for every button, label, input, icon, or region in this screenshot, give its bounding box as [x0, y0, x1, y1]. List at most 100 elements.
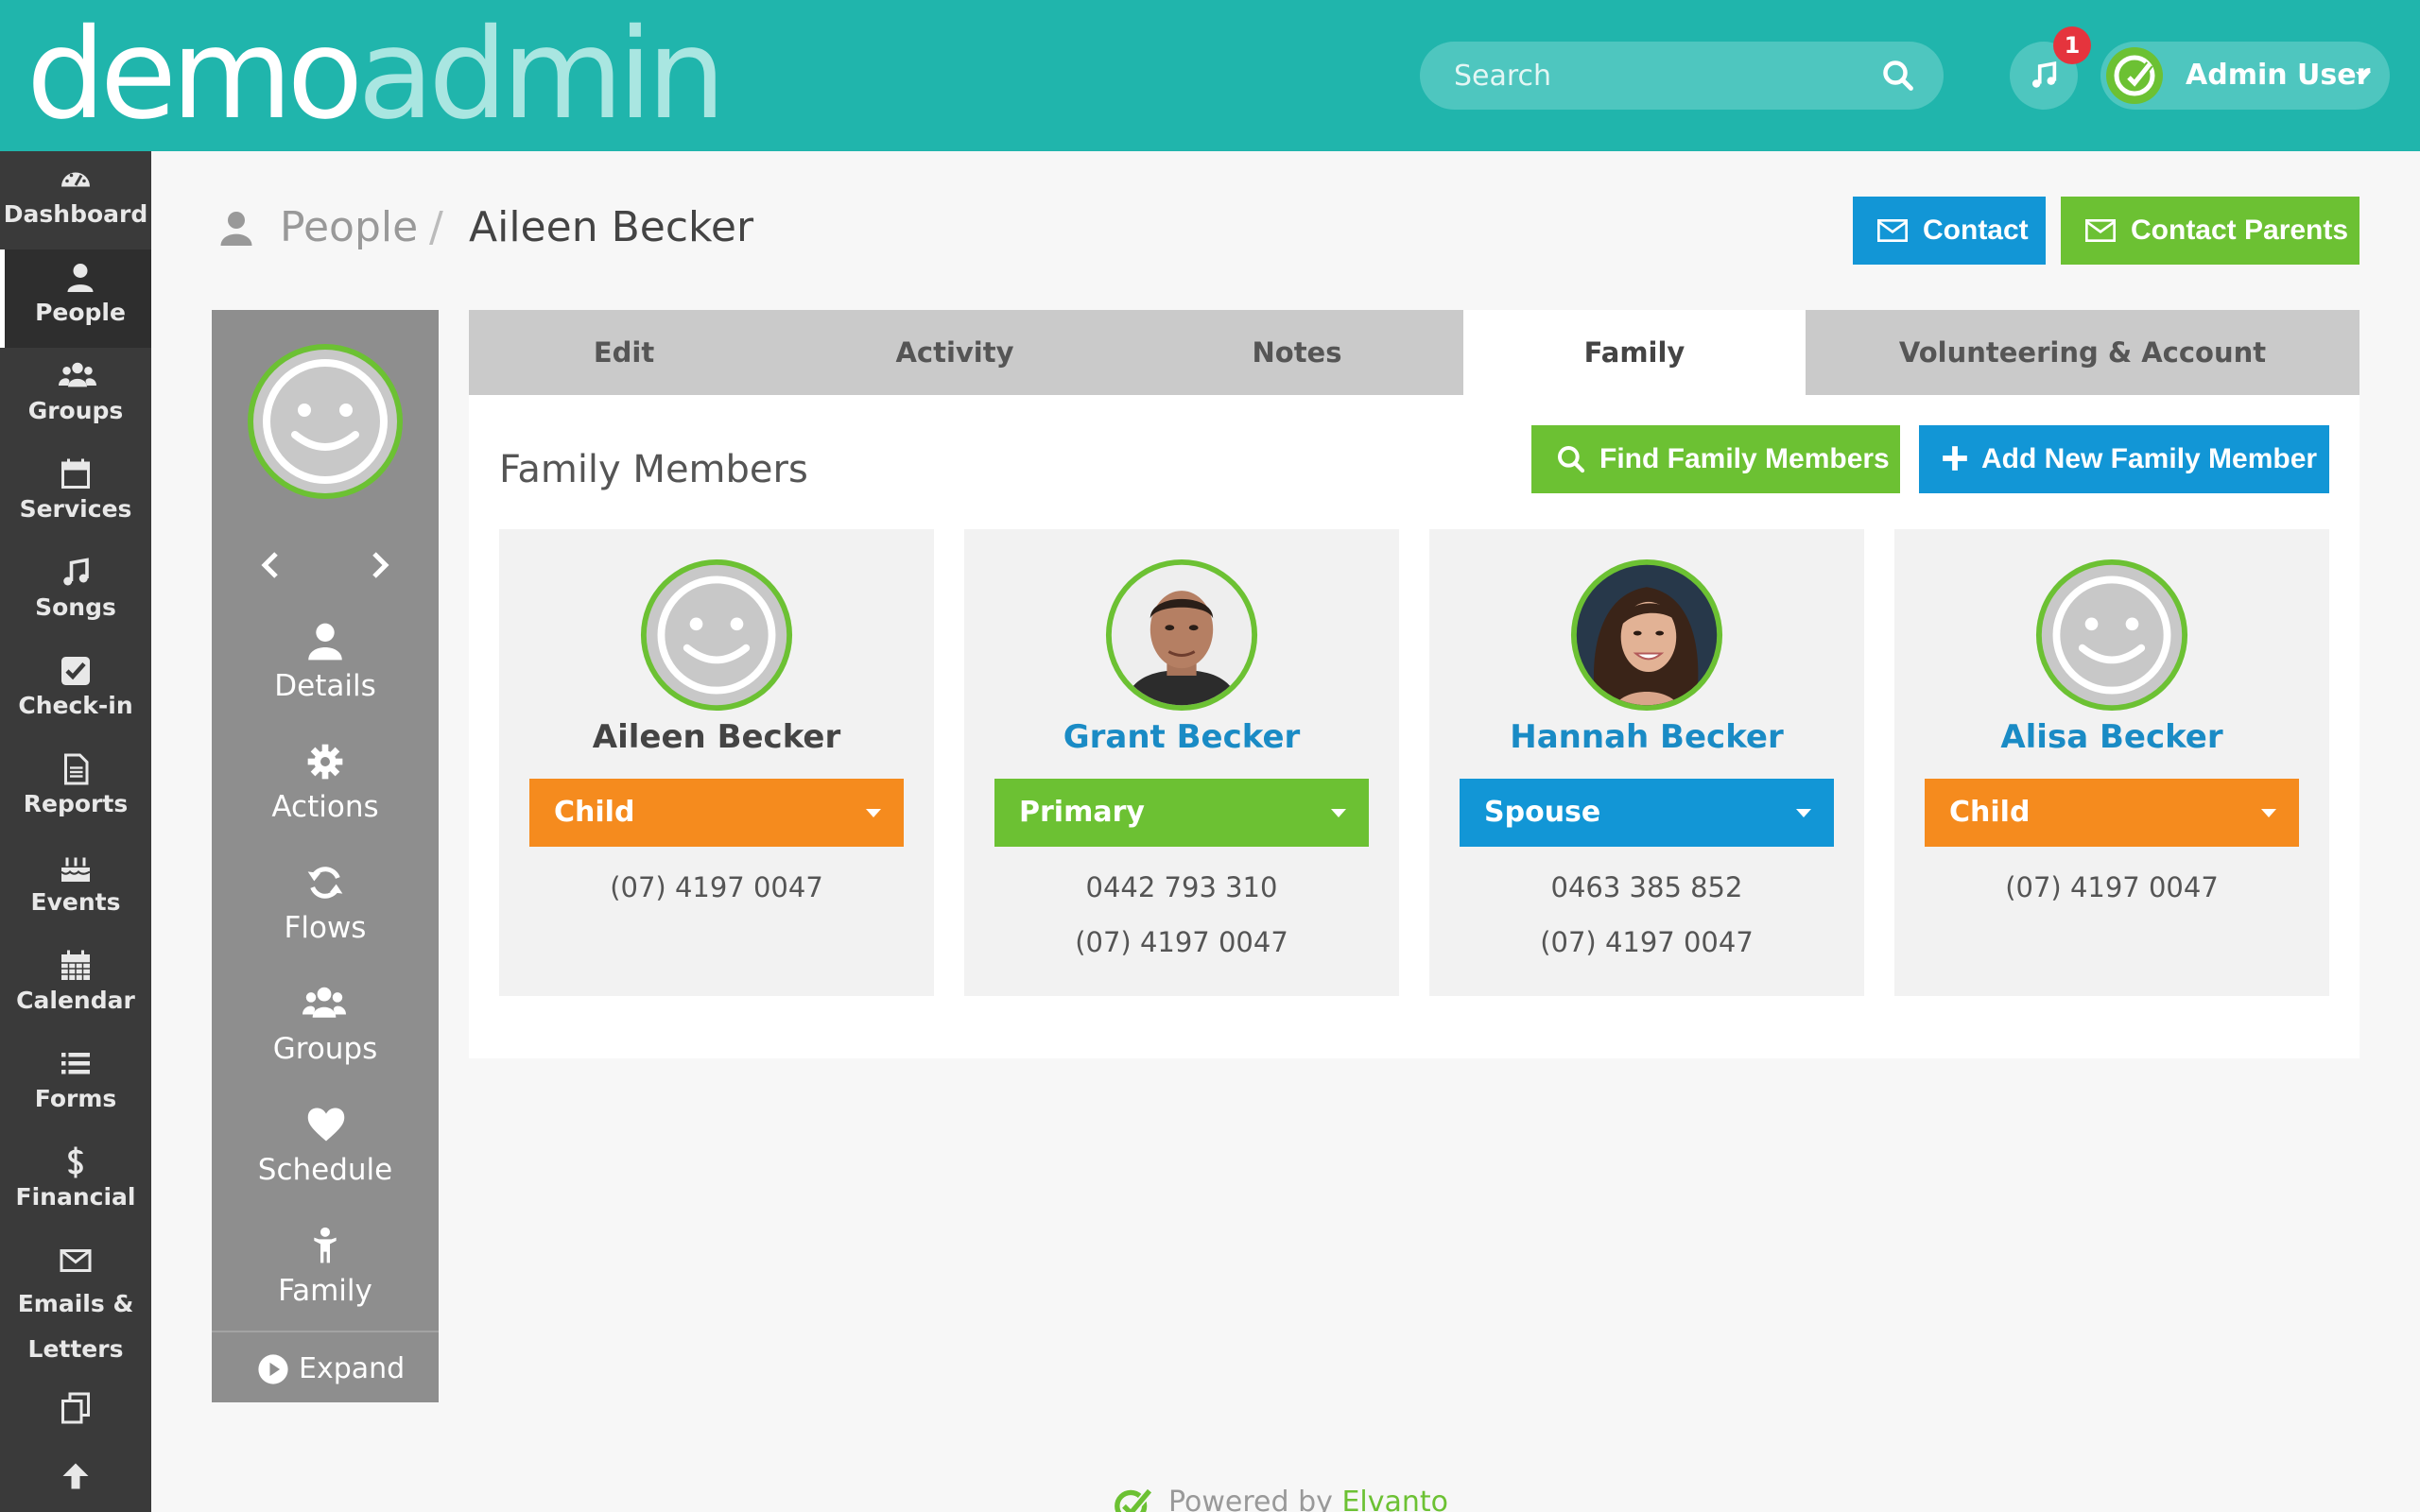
- panel-item-family[interactable]: Family: [212, 1219, 439, 1323]
- tab-notes[interactable]: Notes: [1131, 310, 1463, 395]
- nav-label: Events: [30, 888, 121, 916]
- nav-label: Services: [19, 495, 132, 523]
- nav-item-scroll-top[interactable]: [0, 1448, 151, 1508]
- panel-item-flows[interactable]: Flows: [212, 856, 439, 960]
- family-member-card: Hannah Becker Spouse 0463 385 852 (07) 4…: [1429, 529, 1864, 996]
- person-icon: [306, 622, 344, 662]
- member-role-dropdown[interactable]: Primary: [994, 779, 1369, 847]
- notification-badge: 1: [2053, 26, 2091, 64]
- panel-item-label: Family: [278, 1274, 372, 1308]
- groups-icon: [302, 985, 346, 1022]
- member-name-link[interactable]: Grant Becker: [964, 718, 1399, 756]
- nav-item-events[interactable]: Events: [0, 839, 151, 937]
- copy-icon: [59, 1391, 93, 1425]
- refresh-icon: [306, 864, 344, 902]
- nav-label: Financial: [15, 1183, 136, 1211]
- find-family-members-label: Find Family Members: [1599, 443, 1890, 474]
- caret-down-icon: [2356, 72, 2371, 81]
- nav-item-check-in[interactable]: Check-in: [0, 643, 151, 741]
- nav-label-line2: Letters: [27, 1335, 124, 1363]
- tab-family[interactable]: Family: [1463, 310, 1806, 395]
- nav-item-reports[interactable]: Reports: [0, 741, 151, 839]
- nav-label: Emails & Letters: [0, 1281, 151, 1372]
- heart-icon: [306, 1106, 346, 1143]
- play-circle-icon: [257, 1353, 289, 1385]
- gear-icon: [306, 743, 344, 781]
- nav-label: People: [35, 299, 126, 326]
- nav-label-line1: Emails &: [17, 1290, 134, 1317]
- footer-brand-link[interactable]: Elvanto: [1341, 1486, 1448, 1512]
- member-name: Aileen Becker: [592, 718, 841, 756]
- nav-item-forms[interactable]: Forms: [0, 1036, 151, 1134]
- panel-item-actions[interactable]: Actions: [212, 735, 439, 839]
- member-role-dropdown[interactable]: Child: [529, 779, 904, 847]
- member-role-dropdown[interactable]: Child: [1925, 779, 2299, 847]
- contact-button[interactable]: Contact: [1853, 197, 2046, 265]
- nav-item-calendar[interactable]: Calendar: [0, 937, 151, 1036]
- member-name-link[interactable]: Alisa Becker: [1894, 718, 2329, 756]
- calendar-icon: [59, 457, 93, 491]
- member-phone: 0442 793 310: [1085, 871, 1278, 903]
- app-logo[interactable]: demoadmin: [26, 12, 726, 137]
- member-avatar[interactable]: [2034, 558, 2189, 713]
- nav-item-services[interactable]: Services: [0, 446, 151, 544]
- panel-divider: [212, 1331, 439, 1332]
- member-phone: (07) 4197 0047: [610, 871, 823, 903]
- envelope-icon: [1877, 217, 1908, 244]
- member-name-link[interactable]: Hannah Becker: [1429, 718, 1864, 756]
- nav-label: Groups: [27, 397, 124, 424]
- panel-item-details[interactable]: Details: [212, 614, 439, 718]
- nav-label: Check-in: [18, 692, 133, 719]
- nav-item-financial[interactable]: Financial: [0, 1134, 151, 1232]
- nav-item-emails-letters[interactable]: Emails & Letters: [0, 1232, 151, 1374]
- panel-item-label: Groups: [272, 1032, 378, 1066]
- nav-item-songs[interactable]: Songs: [0, 544, 151, 643]
- footer-prefix: Powered by: [1168, 1486, 1333, 1512]
- member-role-dropdown[interactable]: Spouse: [1460, 779, 1834, 847]
- nav-item-copy[interactable]: [0, 1380, 151, 1440]
- member-phone: (07) 4197 0047: [1075, 926, 1288, 958]
- contact-parents-button[interactable]: Contact Parents: [2061, 197, 2360, 265]
- user-avatar: [2104, 45, 2165, 106]
- groups-icon: [59, 359, 96, 393]
- member-role-value: Child: [1949, 796, 2031, 829]
- panel-item-schedule[interactable]: Schedule: [212, 1098, 439, 1202]
- family-member-card: Grant Becker Primary 0442 793 310 (07) 4…: [964, 529, 1399, 996]
- next-person-icon[interactable]: [369, 550, 391, 580]
- member-avatar-photo[interactable]: [1104, 558, 1259, 713]
- member-role-value: Child: [554, 796, 635, 829]
- footer-text: Powered by Elvanto: [1168, 1484, 1448, 1512]
- family-member-card: Aileen Becker Child (07) 4197 0047: [499, 529, 934, 996]
- nav-item-groups[interactable]: Groups: [0, 348, 151, 446]
- panel-item-label: Details: [274, 669, 376, 703]
- list-icon: [59, 1047, 93, 1081]
- breadcrumb-people-link[interactable]: People: [280, 197, 418, 259]
- member-avatar-photo[interactable]: [1569, 558, 1724, 713]
- caret-down-icon: [2261, 809, 2276, 818]
- nav-label: Reports: [23, 790, 129, 817]
- find-family-members-button[interactable]: Find Family Members: [1531, 425, 1900, 493]
- profile-avatar[interactable]: [246, 342, 405, 501]
- user-menu-button[interactable]: Admin User: [2100, 42, 2390, 110]
- previous-person-icon[interactable]: [259, 550, 282, 580]
- section-title: Family Members: [499, 448, 808, 491]
- tab-activity[interactable]: Activity: [779, 310, 1131, 395]
- add-new-family-member-label: Add New Family Member: [1981, 443, 2318, 474]
- member-role-value: Primary: [1019, 796, 1145, 829]
- search-icon[interactable]: [1881, 59, 1915, 93]
- nav-item-dashboard[interactable]: Dashboard: [0, 151, 151, 249]
- tab-volunteering-account[interactable]: Volunteering & Account: [1806, 310, 2360, 395]
- nav-item-people[interactable]: People: [0, 249, 151, 348]
- nav-label: Dashboard: [3, 200, 148, 228]
- contact-button-label: Contact: [1923, 215, 2029, 246]
- page-title: Aileen Becker: [469, 203, 754, 251]
- dashboard-icon: [59, 163, 93, 197]
- tab-edit[interactable]: Edit: [469, 310, 779, 395]
- music-note-icon: [2028, 59, 2060, 93]
- family-panel: Family Members Find Family Members Add N…: [469, 395, 2360, 1058]
- search-input[interactable]: [1454, 42, 1870, 110]
- panel-item-groups[interactable]: Groups: [212, 977, 439, 1081]
- dollar-icon: [59, 1145, 93, 1179]
- add-new-family-member-button[interactable]: Add New Family Member: [1919, 425, 2329, 493]
- member-avatar[interactable]: [639, 558, 794, 713]
